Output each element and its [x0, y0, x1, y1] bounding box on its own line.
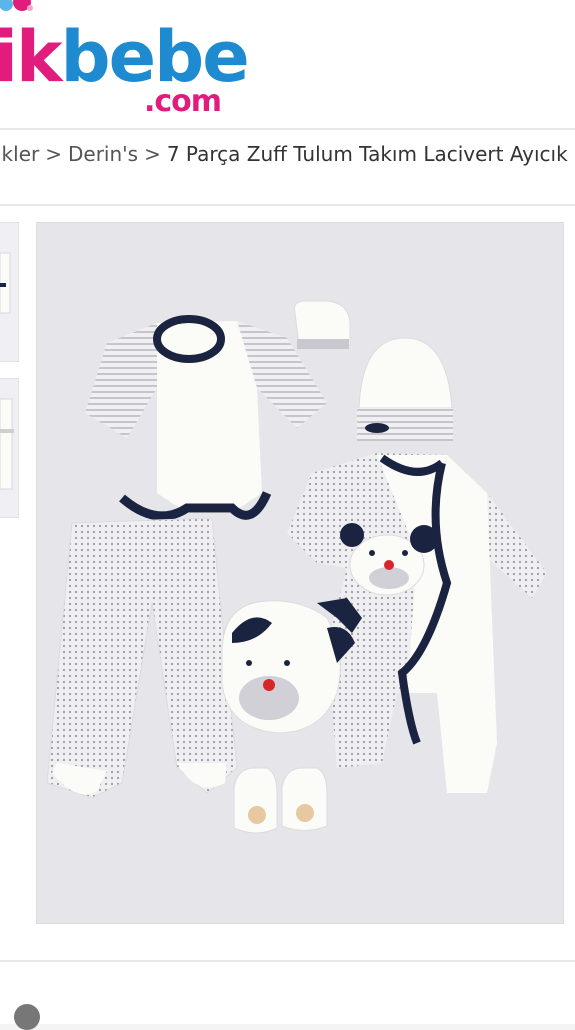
hat — [357, 337, 453, 441]
site-logo[interactable]: ikbebe .com — [0, 22, 250, 119]
logo-domain: .com — [144, 84, 222, 119]
thumbnail-item[interactable] — [0, 222, 19, 362]
booties — [233, 767, 328, 834]
breadcrumb-separator: > — [45, 142, 62, 166]
breadcrumb-item-current: 7 Parça Zuff Tulum Takım Lacivert Ayıcık — [166, 142, 568, 166]
breadcrumb-item-brand[interactable]: Derin's — [68, 142, 138, 166]
logo-part-pink: ik — [0, 16, 63, 98]
breadcrumb-separator: > — [144, 142, 161, 166]
product-image[interactable] — [36, 222, 564, 924]
site-header: ikbebe .com — [0, 0, 575, 130]
thumbnail-item[interactable] — [0, 378, 19, 518]
bodysuit — [85, 315, 327, 521]
pants — [46, 517, 238, 799]
baby-clothing-set-icon — [46, 300, 547, 834]
breadcrumb: ikler > Derin's >7 Parça Zuff Tulum Takım L… — [0, 142, 568, 166]
divider — [0, 960, 575, 962]
breadcrumb-item-category[interactable]: ikler — [0, 142, 39, 166]
scroll-indicator-icon — [14, 1004, 40, 1030]
mittens — [294, 300, 351, 349]
page: ikbebe .com ikler > Derin's >7 Parça Zuff T… — [0, 0, 575, 1030]
divider — [0, 204, 575, 206]
divider — [0, 128, 575, 130]
